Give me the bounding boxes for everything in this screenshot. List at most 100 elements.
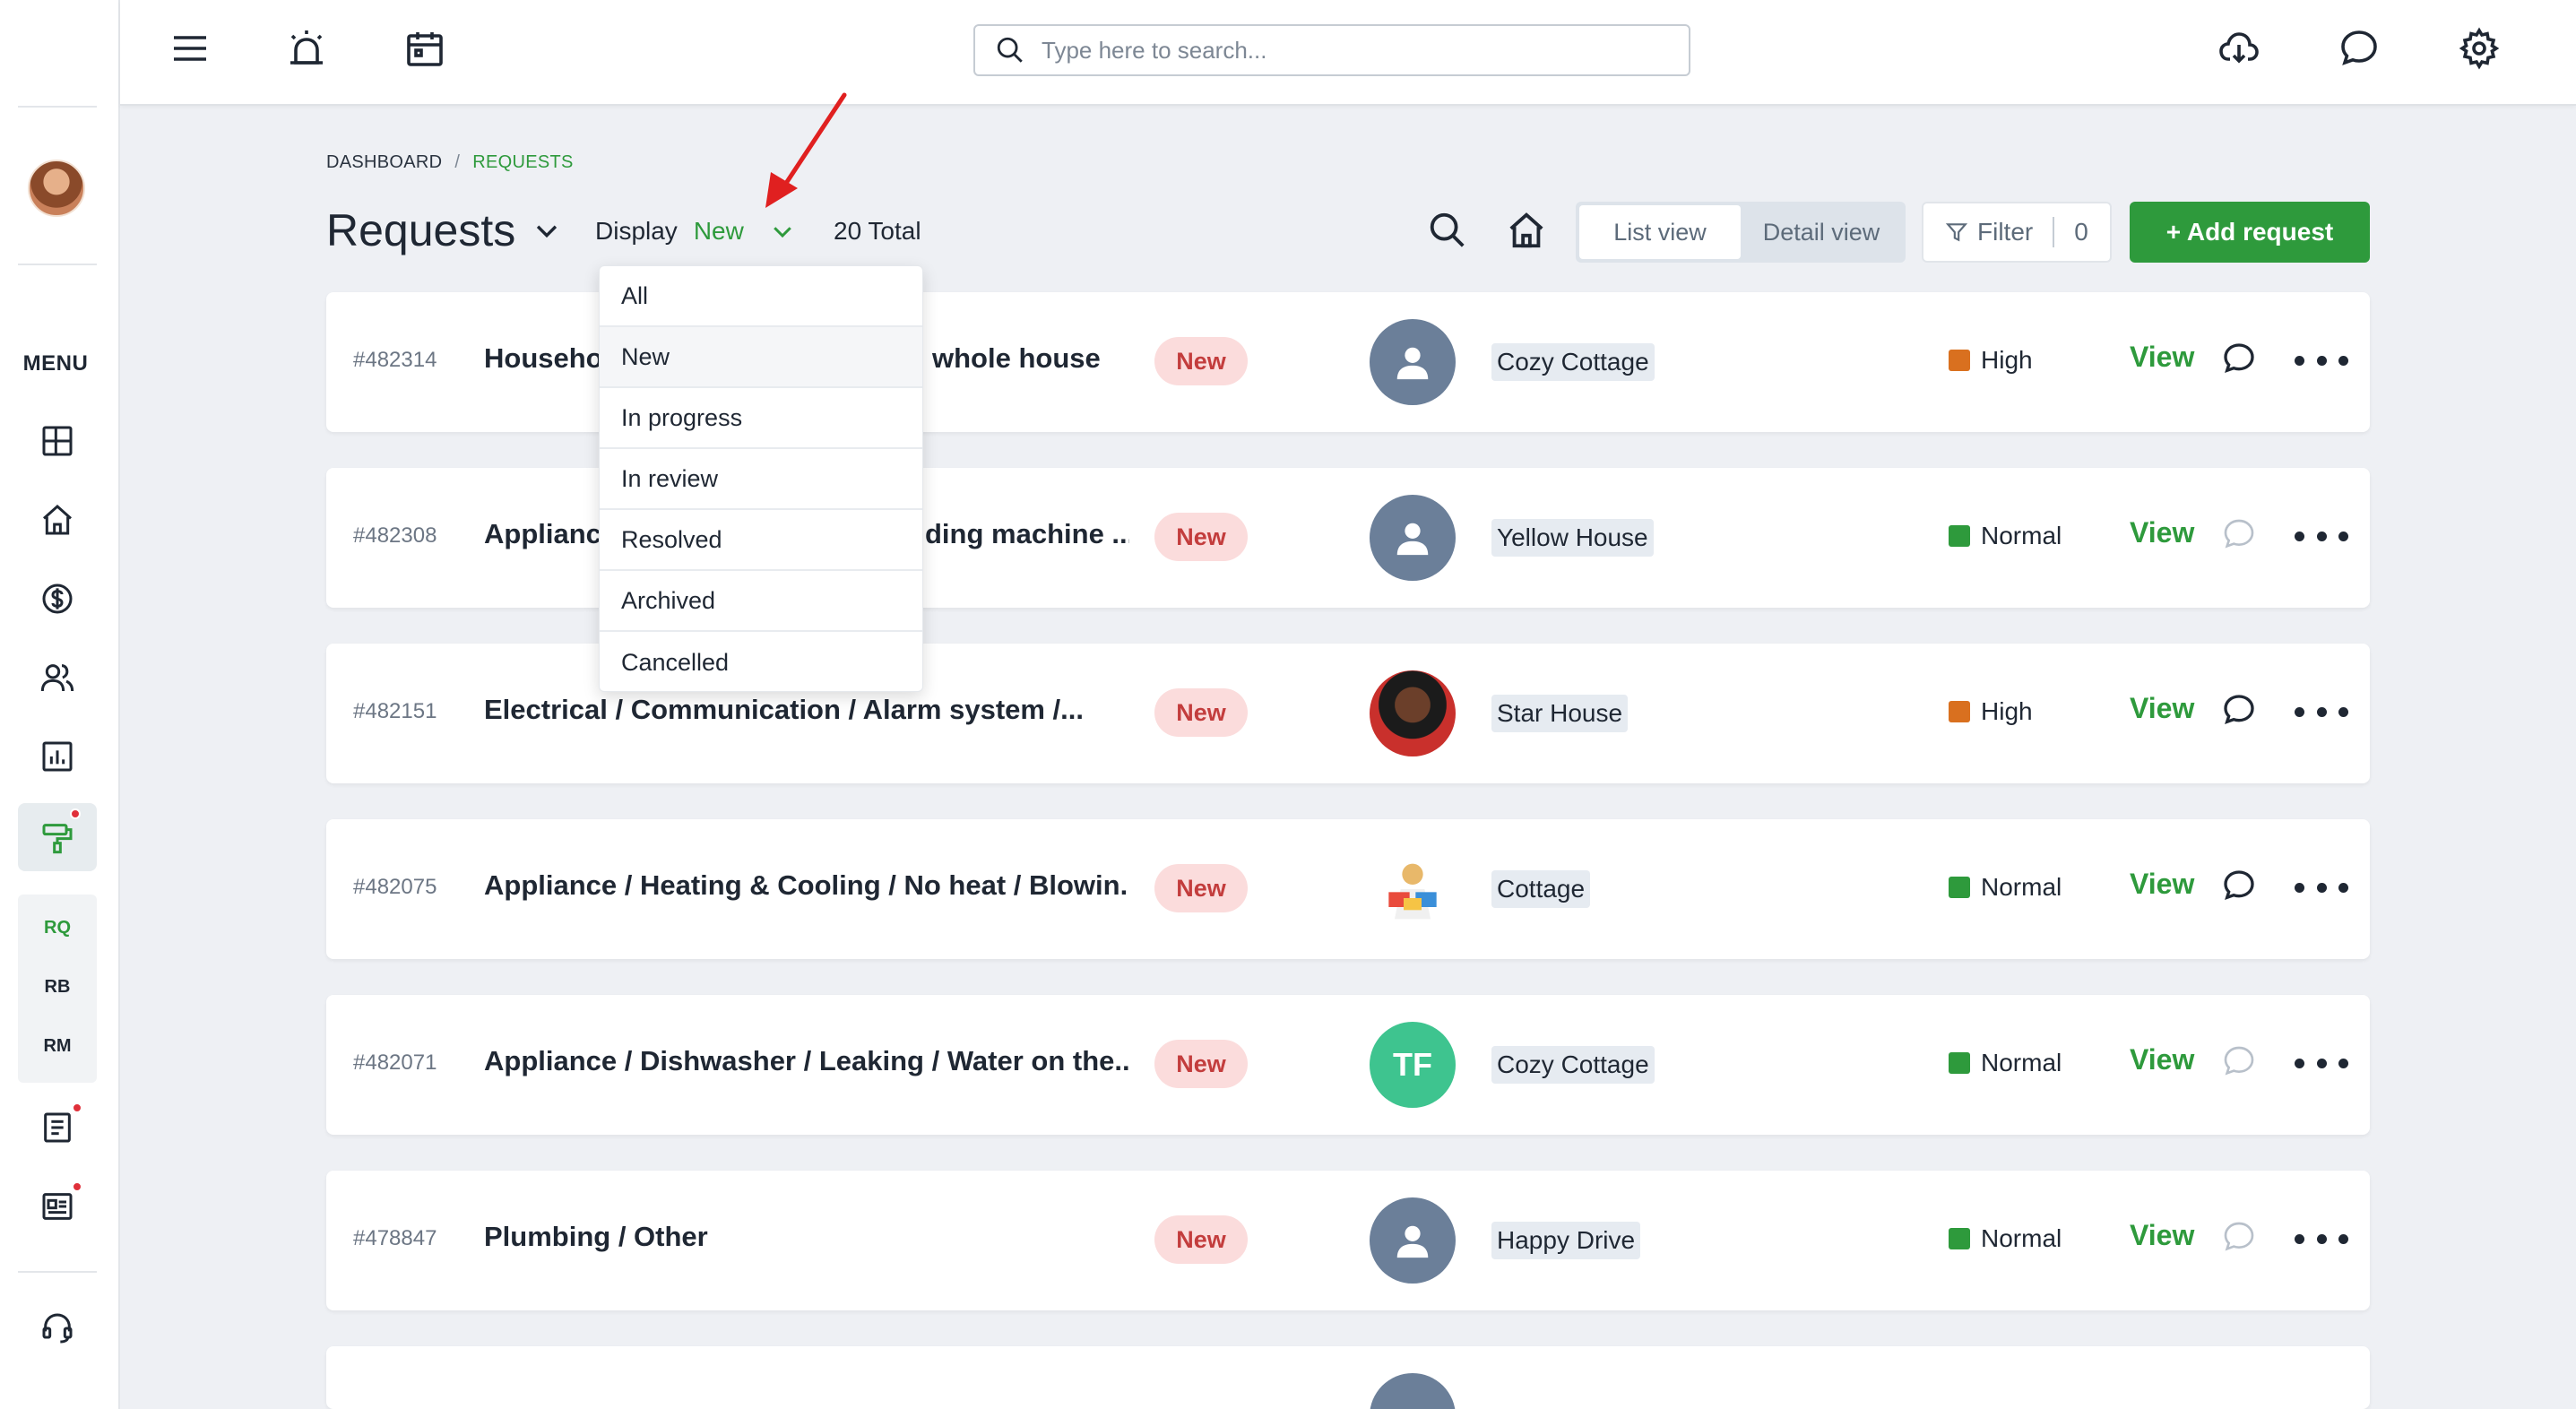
request-title-tail: whole house [932, 342, 1101, 374]
home-icon[interactable] [38, 500, 77, 540]
person-photo-icon [1388, 863, 1437, 920]
status-badge: New [1154, 513, 1248, 561]
more-options-icon[interactable] [2295, 513, 2348, 559]
reports-icon[interactable] [38, 737, 77, 776]
comment-icon[interactable] [2221, 868, 2260, 907]
more-options-icon[interactable] [2295, 864, 2348, 911]
support-icon[interactable] [38, 1309, 77, 1348]
add-request-button[interactable]: + Add request [2130, 202, 2370, 263]
search-bar[interactable] [973, 24, 1690, 76]
request-row[interactable]: #482071 Appliance / Dishwasher / Leaking… [326, 995, 2370, 1135]
dropdown-option-new[interactable]: New [600, 327, 922, 388]
more-options-icon[interactable] [2295, 1040, 2348, 1086]
dropdown-option-in-progress[interactable]: In progress [600, 388, 922, 449]
filter-icon [1945, 223, 1968, 242]
filter-divider [2053, 217, 2055, 247]
submenu-item-rb[interactable]: RB [18, 977, 97, 998]
request-title[interactable]: Appliance / Heating & Cooling / No heat … [484, 869, 1129, 902]
filter-label: Filter [1977, 218, 2034, 246]
request-id: #482075 [353, 875, 437, 899]
breadcrumb: DASHBOARD / REQUESTS [326, 152, 574, 173]
search-icon[interactable] [1423, 206, 1472, 255]
request-title[interactable]: Electrical / Communication / Alarm syste… [484, 694, 1129, 726]
property-name: Cottage [1491, 870, 1591, 908]
search-input[interactable] [1042, 36, 1669, 65]
dollar-icon[interactable] [38, 579, 77, 618]
dropdown-option-in-review[interactable]: In review [600, 449, 922, 510]
status-badge: New [1154, 688, 1248, 737]
request-row[interactable] [326, 1346, 2370, 1409]
request-title-head: Appliance [484, 518, 618, 549]
request-title[interactable]: Plumbing / Other [484, 1221, 1129, 1253]
dropdown-option-cancelled[interactable]: Cancelled [600, 632, 922, 691]
detail-view-button[interactable]: Detail view [1741, 205, 1902, 259]
cloud-download-icon[interactable] [2214, 23, 2264, 73]
request-row[interactable]: #478847 Plumbing / Other New Happy Drive… [326, 1171, 2370, 1310]
more-options-icon[interactable] [2295, 337, 2348, 384]
dropdown-option-archived[interactable]: Archived [600, 571, 922, 632]
view-link[interactable]: View [2130, 868, 2194, 901]
property-name: Happy Drive [1491, 1222, 1641, 1259]
comment-icon[interactable] [2221, 516, 2260, 556]
alarm-icon[interactable] [281, 23, 332, 73]
request-title[interactable]: Appliance / Dishwasher / Leaking / Water… [484, 1045, 1129, 1077]
chevron-down-icon[interactable] [769, 218, 796, 245]
request-row[interactable]: #482075 Appliance / Heating & Cooling / … [326, 819, 2370, 959]
more-options-icon[interactable] [2295, 1215, 2348, 1262]
chat-icon[interactable] [2334, 23, 2384, 73]
document-icon[interactable] [38, 1108, 77, 1147]
user-avatar[interactable] [28, 160, 85, 217]
view-link[interactable]: View [2130, 1043, 2194, 1076]
news-icon[interactable] [38, 1187, 77, 1226]
comment-icon[interactable] [2221, 692, 2260, 731]
view-link[interactable]: View [2130, 341, 2194, 374]
priority-normal-icon [1949, 1052, 1970, 1074]
submenu-item-rm[interactable]: RM [18, 1036, 97, 1057]
dropdown-option-all[interactable]: All [600, 266, 922, 327]
display-value[interactable]: New [694, 217, 744, 246]
view-link[interactable]: View [2130, 692, 2194, 725]
notification-dot [70, 808, 81, 819]
dropdown-option-resolved[interactable]: Resolved [600, 510, 922, 571]
property-name: Star House [1491, 695, 1629, 732]
request-title-tail: ding machine ... [925, 518, 1129, 549]
property-name: Cozy Cottage [1491, 1046, 1655, 1084]
comment-icon[interactable] [2221, 341, 2260, 380]
priority-normal-icon [1949, 877, 1970, 898]
filter-button[interactable]: Filter 0 [1922, 202, 2112, 263]
page-title[interactable]: Requests [326, 204, 562, 256]
priority-label: Normal [1981, 1224, 2062, 1252]
maintenance-icon[interactable] [38, 817, 77, 857]
avatar [1370, 670, 1456, 756]
priority: High [1949, 346, 2033, 375]
comment-icon[interactable] [2221, 1219, 2260, 1258]
display-select[interactable]: Display New [595, 217, 796, 246]
request-id: #482151 [353, 699, 437, 723]
breadcrumb-dashboard[interactable]: DASHBOARD [326, 152, 442, 172]
property-name: Yellow House [1491, 519, 1654, 557]
priority: High [1949, 697, 2033, 726]
sidebar-submenu: RQ RB RM [18, 895, 97, 1083]
calendar-icon[interactable] [400, 23, 450, 73]
home-icon[interactable] [1502, 206, 1551, 255]
list-view-button[interactable]: List view [1579, 205, 1741, 259]
search-icon [997, 37, 1023, 63]
dashboard-icon[interactable] [38, 421, 77, 461]
request-id: #482308 [353, 523, 437, 548]
avatar [1370, 495, 1456, 581]
more-options-icon[interactable] [2295, 688, 2348, 735]
breadcrumb-current: REQUESTS [472, 152, 574, 172]
priority-label: High [1981, 697, 2033, 725]
annotation-arrow-icon [765, 92, 847, 208]
sidebar-divider [18, 1271, 97, 1273]
request-title-head: Househo [484, 342, 603, 374]
people-icon[interactable] [38, 658, 77, 697]
hamburger-menu-icon[interactable] [165, 23, 215, 73]
view-link[interactable]: View [2130, 1219, 2194, 1252]
priority: Normal [1949, 1224, 2062, 1253]
submenu-item-rq[interactable]: RQ [18, 918, 97, 938]
settings-gear-icon[interactable] [2454, 23, 2504, 73]
menu-label: MENU [22, 351, 89, 376]
view-link[interactable]: View [2130, 516, 2194, 549]
comment-icon[interactable] [2221, 1043, 2260, 1083]
